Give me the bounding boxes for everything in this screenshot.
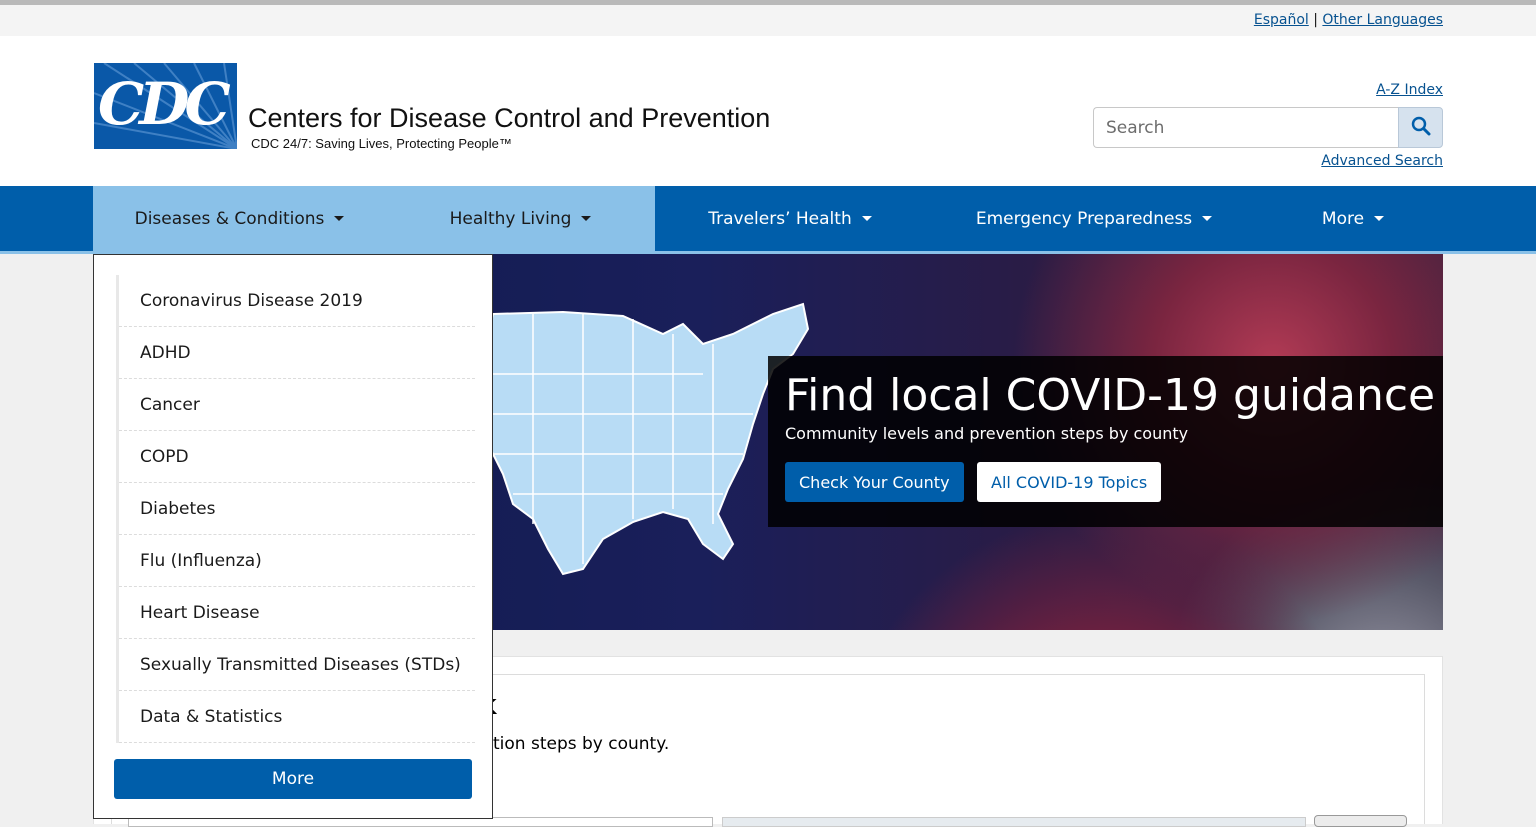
nav-label: Travelers’ Health [708,208,852,229]
dropdown-item-diabetes[interactable]: Diabetes [119,483,475,535]
dropdown-item-coronavirus[interactable]: Coronavirus Disease 2019 [119,275,475,327]
nav-label: Diseases & Conditions [134,208,325,229]
nav-label: Healthy Living [449,208,572,229]
az-index-link[interactable]: A-Z Index [1376,82,1443,98]
main-nav: Diseases & Conditions Healthy Living Tra… [0,186,1536,251]
cdc-logo-letters: CDC [98,70,231,138]
dropdown-item-heart-disease[interactable]: Heart Disease [119,587,475,639]
nav-travelers-health[interactable]: Travelers’ Health [655,186,925,251]
caret-down-icon [581,216,592,221]
caret-down-icon [1374,216,1385,221]
cdc-logo-mark: CDC [94,63,237,149]
language-separator: | [1313,12,1318,28]
search-icon [1411,116,1431,140]
state-select[interactable] [722,817,1306,827]
hero-title: Find local COVID-19 guidance [785,370,1436,421]
nav-healthy-living[interactable]: Healthy Living [386,186,655,251]
search-input[interactable] [1093,107,1398,148]
search-button[interactable] [1398,107,1443,148]
tagline: CDC 24/7: Saving Lives, Protecting Peopl… [251,136,512,151]
advanced-search-link[interactable]: Advanced Search [1321,153,1443,169]
dropdown-item-stds[interactable]: Sexually Transmitted Diseases (STDs) [119,639,475,691]
caret-down-icon [861,216,872,221]
card-subtitle: tion steps by county. [493,734,670,754]
nav-label: Emergency Preparedness [975,208,1193,229]
dropdown-item-adhd[interactable]: ADHD [119,327,475,379]
nav-more[interactable]: More [1263,186,1443,251]
caret-down-icon [1202,216,1213,221]
diseases-dropdown-menu: Coronavirus Disease 2019 ADHD Cancer COP… [93,254,493,819]
nav-diseases-conditions[interactable]: Diseases & Conditions [93,186,386,251]
card-go-button[interactable] [1314,815,1407,827]
org-name: Centers for Disease Control and Preventi… [248,103,771,133]
nav-label: More [1321,208,1365,229]
language-links: Español | Other Languages [1254,12,1443,28]
us-map-image [481,302,810,576]
hero-subtitle: Community levels and prevention steps by… [785,424,1189,443]
other-languages-link[interactable]: Other Languages [1322,12,1443,28]
search-bar [1093,107,1443,148]
dropdown-item-cancer[interactable]: Cancer [119,379,475,431]
site-header: CDC Centers for Disease Control and Prev… [0,36,1536,186]
dropdown-list: Coronavirus Disease 2019 ADHD Cancer COP… [116,275,475,743]
dropdown-item-copd[interactable]: COPD [119,431,475,483]
dropdown-item-data-statistics[interactable]: Data & Statistics [119,691,475,743]
cdc-logo[interactable]: CDC Centers for Disease Control and Prev… [94,63,770,151]
dropdown-more-button[interactable]: More [114,759,472,799]
language-bar: Español | Other Languages [0,5,1536,36]
caret-down-icon [334,216,345,221]
dropdown-item-flu[interactable]: Flu (Influenza) [119,535,475,587]
hero-panel: Find local COVID-19 guidance Community l… [768,356,1443,527]
nav-emergency-preparedness[interactable]: Emergency Preparedness [925,186,1263,251]
check-your-county-button[interactable]: Check Your County [785,462,964,502]
all-covid-topics-button[interactable]: All COVID-19 Topics [977,462,1162,502]
espanol-link[interactable]: Español [1254,12,1309,28]
